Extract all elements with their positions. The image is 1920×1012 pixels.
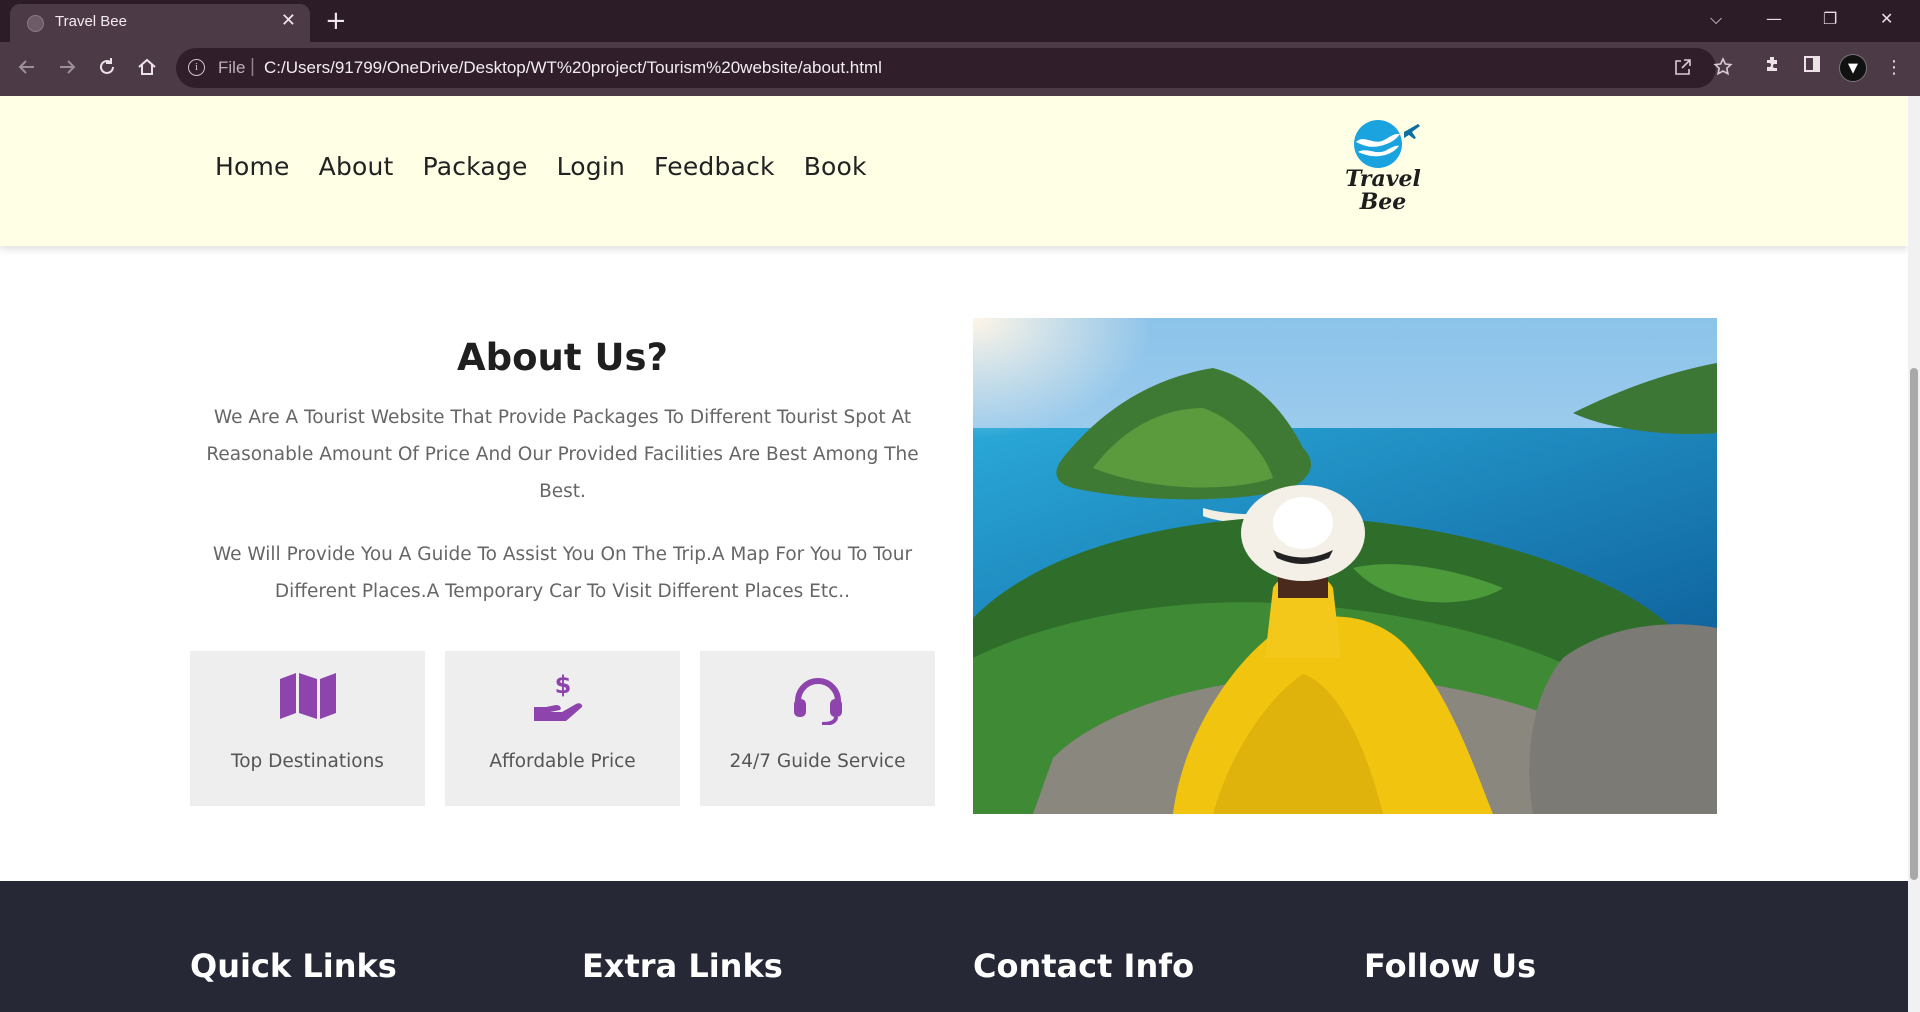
browser-tab-strip: Travel Bee ✕ + ⌵ — ❐ ✕	[0, 0, 1920, 42]
address-separator: |	[250, 56, 255, 77]
close-window-icon[interactable]: ✕	[1880, 8, 1893, 30]
home-icon[interactable]	[134, 56, 160, 82]
nav-book[interactable]: Book	[804, 152, 867, 181]
about-paragraph-1: We Are A Tourist Website That Provide Pa…	[206, 407, 919, 502]
globe-icon	[27, 15, 44, 32]
sidebar-icon[interactable]	[1798, 54, 1826, 82]
site-footer: Quick Links Extra Links Contact Info Fol…	[0, 881, 1908, 1012]
map-icon	[279, 673, 336, 719]
nav-about[interactable]: About	[319, 152, 394, 181]
feature-top-destinations: Top Destinations	[190, 651, 425, 806]
address-url[interactable]: C:/Users/91799/OneDrive/Desktop/WT%20pro…	[264, 58, 882, 78]
menu-icon[interactable]: ⋮	[1880, 54, 1908, 82]
minimize-icon[interactable]: —	[1766, 8, 1782, 30]
hand-dollar-icon: $	[533, 671, 582, 721]
logo-text: Travel Bee	[1340, 168, 1426, 214]
address-bar[interactable]: i File | C:/Users/91799/OneDrive/Desktop…	[176, 48, 1733, 88]
tab-close-icon[interactable]: ✕	[281, 10, 296, 32]
feature-affordable-price: $ Affordable Price	[445, 651, 680, 806]
main-nav: Home About Package Login Feedback Book	[215, 152, 867, 181]
extensions-icon[interactable]	[1759, 54, 1787, 82]
travel-bee-logo[interactable]: Travel Bee	[1338, 118, 1428, 218]
about-paragraph-2: We Will Provide You A Guide To Assist Yo…	[212, 544, 913, 602]
feature-label: Affordable Price	[489, 751, 636, 772]
footer-heading-extra-links: Extra Links	[582, 947, 783, 985]
about-photo	[973, 318, 1717, 814]
nav-package[interactable]: Package	[423, 152, 528, 181]
footer-heading-quick-links: Quick Links	[190, 947, 397, 985]
site-info-icon[interactable]: i	[188, 59, 205, 76]
new-tab-button[interactable]: +	[325, 6, 347, 36]
footer-heading-contact-info: Contact Info	[973, 947, 1195, 985]
nav-home[interactable]: Home	[215, 152, 290, 181]
tab-title: Travel Bee	[55, 13, 127, 30]
profile-icon[interactable]: ▼	[1839, 54, 1867, 82]
logo-wave-icon	[1354, 120, 1420, 168]
site-header: Home About Package Login Feedback Book T…	[0, 96, 1908, 246]
forward-icon[interactable]	[54, 56, 80, 82]
restore-icon[interactable]: ❐	[1823, 8, 1837, 30]
nav-feedback[interactable]: Feedback	[654, 152, 775, 181]
nav-login[interactable]: Login	[557, 152, 625, 181]
tab-search-icon[interactable]: ⌵	[1710, 8, 1722, 30]
feature-label: 24/7 Guide Service	[729, 751, 906, 772]
logo-text-line1: Travel	[1345, 166, 1421, 192]
address-scheme-label: File	[218, 58, 246, 77]
footer-heading-follow-us: Follow Us	[1364, 947, 1537, 985]
feature-guide-service: 24/7 Guide Service	[700, 651, 935, 806]
island-photo-illustration	[973, 318, 1717, 814]
star-icon[interactable]	[1713, 57, 1733, 83]
scrollbar-thumb[interactable]	[1910, 368, 1918, 880]
reload-icon[interactable]	[94, 56, 120, 82]
page-scrollbar[interactable]	[1908, 96, 1920, 1012]
svg-text:$: $	[554, 671, 571, 699]
browser-tab[interactable]: Travel Bee ✕	[10, 4, 310, 42]
browser-toolbar: i File | C:/Users/91799/OneDrive/Desktop…	[0, 42, 1920, 96]
headset-icon	[793, 678, 842, 725]
back-icon[interactable]	[14, 56, 40, 82]
feature-label: Top Destinations	[231, 751, 384, 772]
share-icon[interactable]	[1673, 57, 1693, 83]
logo-text-line2: Bee	[1359, 189, 1407, 215]
page-viewport: Home About Package Login Feedback Book T…	[0, 96, 1908, 1012]
about-title: About Us?	[457, 336, 668, 379]
